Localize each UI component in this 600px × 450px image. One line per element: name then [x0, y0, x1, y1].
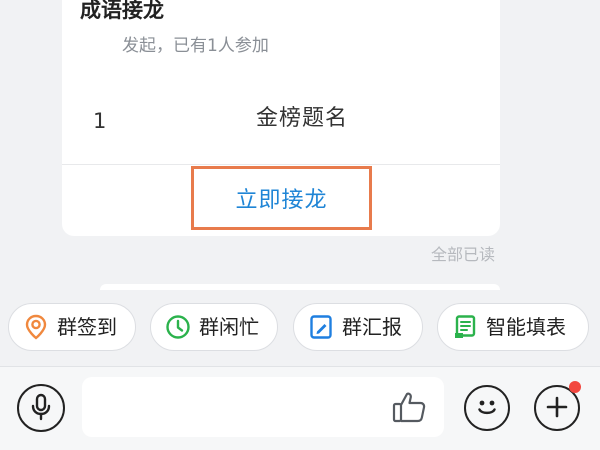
- plus-icon: [544, 394, 570, 423]
- next-message-bubble: [100, 284, 500, 290]
- emoji-button[interactable]: [464, 385, 510, 431]
- entry-text: 金榜题名: [256, 106, 349, 131]
- solitaire-card: 成语接龙 发起，已有1人参加 1 金榜题名 立即接龙: [62, 0, 500, 236]
- report-edit-icon: [308, 314, 334, 340]
- input-bar: [0, 366, 600, 450]
- chip-label: 群签到: [57, 315, 117, 339]
- list-item: 1 金榜题名: [62, 84, 500, 144]
- join-solitaire-button[interactable]: 立即接龙: [194, 169, 369, 227]
- voice-input-button[interactable]: [17, 384, 65, 432]
- emoji-icon: [472, 392, 502, 425]
- clock-icon: [165, 314, 191, 340]
- card-subtitle: 发起，已有1人参加: [122, 36, 269, 56]
- location-pin-icon: [23, 314, 49, 340]
- read-status: 全部已读: [430, 245, 495, 264]
- like-button[interactable]: [390, 389, 428, 427]
- group-availability-chip[interactable]: 群闲忙: [150, 303, 278, 351]
- card-title: 成语接龙: [80, 0, 164, 22]
- chat-screen: 成语接龙 发起，已有1人参加 1 金榜题名 立即接龙 全部已读 群签到 群闲忙: [0, 0, 600, 450]
- microphone-icon: [30, 393, 52, 424]
- thumbs-up-icon: [391, 390, 427, 427]
- notification-dot: [569, 381, 581, 393]
- chip-label: 智能填表: [486, 315, 566, 339]
- chip-label: 群闲忙: [199, 315, 259, 339]
- entry-index: 1: [93, 109, 107, 133]
- group-checkin-chip[interactable]: 群签到: [8, 303, 136, 351]
- chip-label: 群汇报: [342, 315, 402, 339]
- group-report-chip[interactable]: 群汇报: [293, 303, 423, 351]
- form-table-icon: [452, 314, 478, 340]
- card-divider: [62, 164, 500, 165]
- smart-form-chip[interactable]: 智能填表: [437, 303, 589, 351]
